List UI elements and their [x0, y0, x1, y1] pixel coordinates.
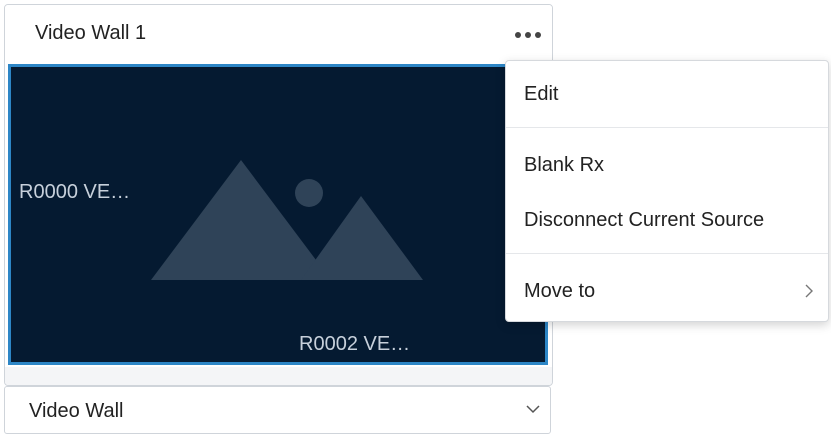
menu-item-edit[interactable]: Edit [506, 71, 828, 117]
card-header: Video Wall 1 [5, 5, 552, 61]
menu-item-move-to[interactable]: Move to [506, 268, 828, 314]
video-wall-select[interactable]: Video Wall [4, 386, 551, 434]
menu-divider [506, 253, 828, 254]
card-footer-spacer [5, 367, 552, 385]
more-horizontal-icon-dot-3 [535, 32, 541, 38]
placeholder-sun [295, 179, 323, 207]
menu-item-label: Disconnect Current Source [524, 209, 765, 231]
placeholder-mountain-right [301, 196, 423, 280]
menu-divider [506, 127, 828, 128]
more-horizontal-icon [515, 32, 521, 38]
more-horizontal-icon-dot-2 [525, 32, 531, 38]
menu-item-disconnect-source[interactable]: Disconnect Current Source [506, 197, 828, 243]
chevron-right-icon [805, 284, 813, 298]
video-wall-preview[interactable]: R0000 VE… R0002 VE… [8, 64, 548, 365]
video-wall-card: Video Wall 1 R0000 VE… R0002 VE… [4, 4, 553, 386]
receiver-label: R0000 VE… [19, 181, 131, 203]
video-wall-screen: Video Wall 1 R0000 VE… R0002 VE… Video W… [0, 0, 831, 437]
context-menu: Edit Blank Rx Disconnect Current Source … [505, 60, 829, 322]
placeholder-mountain-left [151, 160, 331, 280]
image-placeholder-icon [151, 160, 423, 280]
more-options-button[interactable] [507, 23, 549, 47]
menu-item-label: Edit [524, 83, 559, 105]
menu-item-label: Move to [524, 280, 596, 302]
card-title: Video Wall 1 [35, 22, 147, 44]
menu-item-blank-rx[interactable]: Blank Rx [506, 142, 828, 188]
receiver-label: R0002 VE… [299, 333, 411, 355]
chevron-down-icon [526, 405, 540, 414]
video-wall-select-value: Video Wall [29, 400, 124, 422]
menu-item-label: Blank Rx [524, 154, 605, 176]
